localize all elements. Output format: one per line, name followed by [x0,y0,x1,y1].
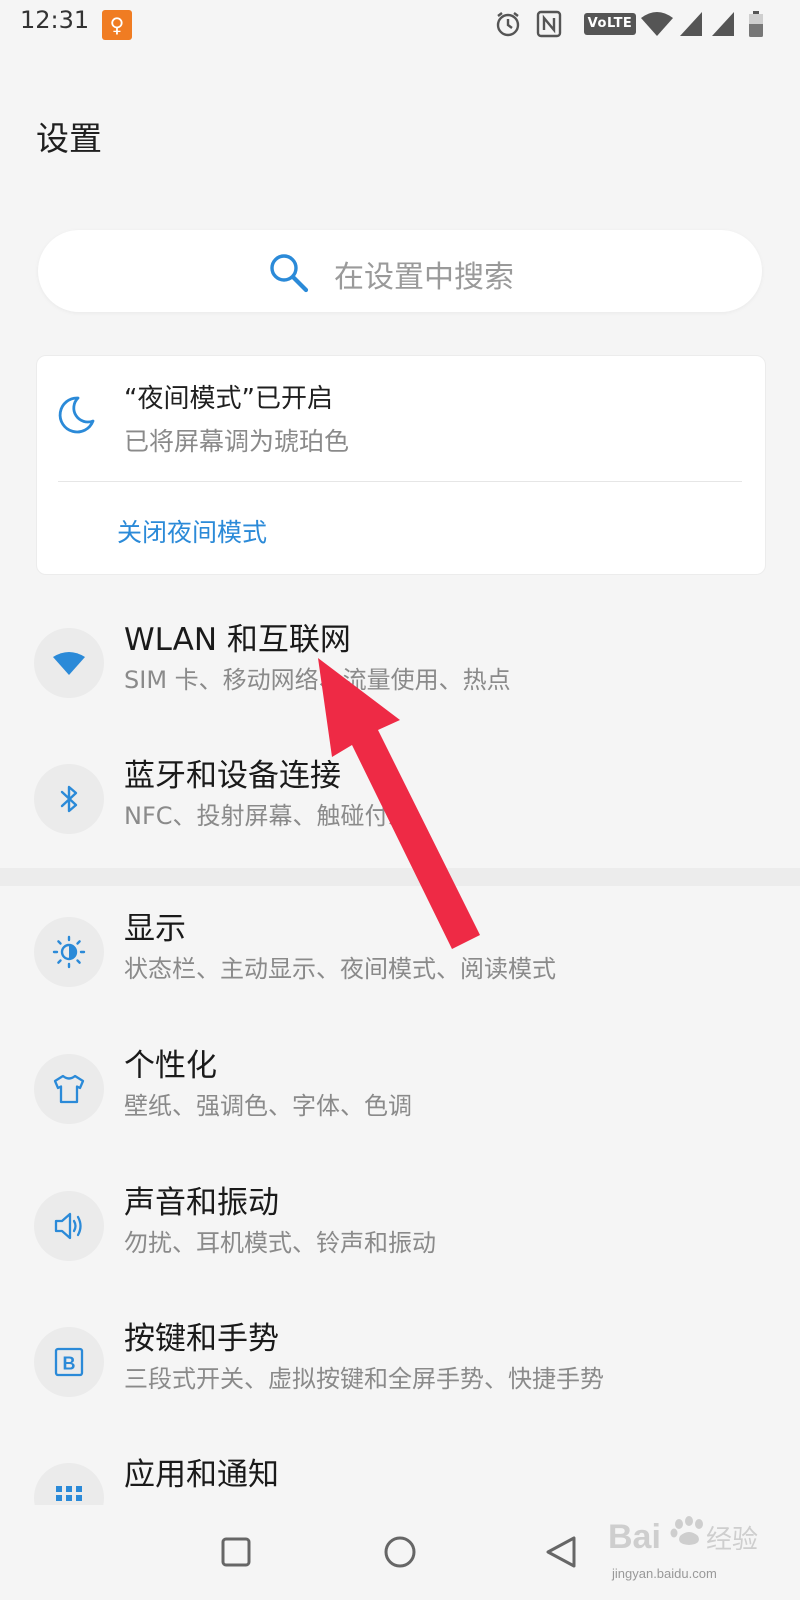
settings-item-bluetooth[interactable]: 蓝牙和设备连接 NFC、投射屏幕、触碰付款 [0,750,800,878]
b-key-icon-badge: B [34,1327,104,1397]
speaker-icon-badge [34,1191,104,1261]
settings-item-subtitle: 状态栏、主动显示、夜间模式、阅读模式 [124,955,556,983]
status-time: 12:31 [20,6,90,34]
settings-item-display[interactable]: 显示 状态栏、主动显示、夜间模式、阅读模式 [0,903,800,1031]
apps-grid-icon-badge [34,1463,104,1505]
settings-item-subtitle: 壁纸、强调色、字体、色调 [124,1092,412,1120]
settings-item-subtitle: 勿扰、耳机模式、铃声和振动 [124,1229,436,1257]
svg-text:B: B [63,1354,76,1374]
settings-item-title: 个性化 [124,1048,217,1084]
settings-item-title: 按键和手势 [124,1321,279,1357]
settings-item-personalization[interactable]: 个性化 壁纸、强调色、字体、色调 [0,1040,800,1168]
speaker-icon [54,1212,82,1240]
settings-item-subtitle: 三段式开关、虚拟按键和全屏手势、快捷手势 [124,1365,604,1393]
alarm-icon [496,12,520,37]
settings-item-title: WLAN 和互联网 [124,622,351,658]
brightness-icon [52,935,86,969]
wifi-status-icon [641,12,673,36]
night-mode-subtitle: 已将屏幕调为琥珀色 [124,427,350,456]
signal-icon-2 [712,12,734,36]
settings-item-subtitle: SIM 卡、移动网络、流量使用、热点 [124,666,511,694]
volte-badge: VoLTE [584,13,636,35]
svg-text:经验: 经验 [706,1525,758,1555]
home-button[interactable] [380,1532,420,1572]
shirt-icon-badge [34,1054,104,1124]
settings-item-apps[interactable]: 应用和通知 [0,1449,800,1505]
app-notification-icon: ♀ [102,10,132,40]
back-button[interactable] [542,1532,582,1572]
search-input[interactable]: 在设置中搜索 [334,252,514,296]
page-title: 设置 [36,119,102,158]
moon-icon [58,396,95,434]
group-separator [0,868,800,886]
signal-icon-1 [680,12,702,36]
turn-off-night-mode-button[interactable]: 关闭夜间模式 [117,513,267,549]
recents-button[interactable] [216,1532,256,1572]
settings-item-buttons-gestures[interactable]: B 按键和手势 三段式开关、虚拟按键和全屏手势、快捷手势 [0,1313,800,1441]
wifi-icon [53,652,85,675]
bluetooth-icon [60,785,78,813]
battery-icon [749,11,763,37]
settings-item-title: 蓝牙和设备连接 [124,758,341,794]
status-bar: 12:31 ♀ VoLTE [0,0,800,48]
settings-item-sound[interactable]: 声音和振动 勿扰、耳机模式、铃声和振动 [0,1177,800,1305]
b-key-icon: B [54,1347,84,1377]
brightness-icon-badge [34,917,104,987]
settings-item-wlan[interactable]: WLAN 和互联网 SIM 卡、移动网络、流量使用、热点 [0,614,800,742]
wifi-icon-badge [34,628,104,698]
settings-item-title: 声音和振动 [124,1185,279,1221]
night-mode-title: “夜间模式”已开启 [124,384,333,414]
watermark-url: jingyan.baidu.com [612,1566,717,1581]
svg-text:Bai: Bai [608,1518,661,1556]
apps-grid-icon [56,1486,82,1501]
nfc-icon [536,10,562,38]
search-icon[interactable] [266,250,312,296]
bluetooth-icon-badge [34,764,104,834]
settings-item-title: 显示 [124,911,186,947]
shirt-icon [53,1074,85,1104]
settings-item-title: 应用和通知 [124,1457,279,1493]
divider [58,481,742,482]
settings-item-subtitle: NFC、投射屏幕、触碰付款 [124,802,413,830]
